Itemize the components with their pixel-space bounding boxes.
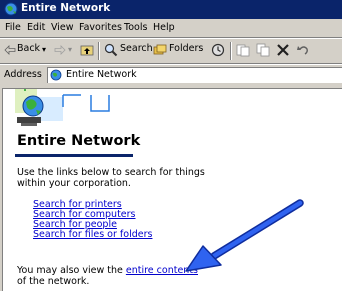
intro-text-line-2: within your corporation. [17, 178, 131, 189]
up-folder-icon[interactable] [80, 43, 94, 57]
delete-icon[interactable] [276, 43, 290, 57]
footer-prefix: You may also view the [17, 265, 126, 276]
menu-bar: File Edit View Favorites Tools Help [0, 20, 342, 37]
link-entire-contents[interactable]: entire contents [126, 265, 198, 276]
menu-view[interactable]: View [51, 22, 74, 33]
content-pane: Entire Network Use the links below to se… [2, 88, 342, 291]
page-edge [342, 0, 346, 291]
toolbar-separator-2 [230, 42, 232, 60]
menu-tools[interactable]: Tools [124, 22, 147, 33]
move-to-icon[interactable] [236, 43, 250, 57]
history-icon[interactable] [211, 43, 225, 57]
menu-help[interactable]: Help [153, 22, 175, 33]
page-heading: Entire Network [17, 133, 141, 149]
heading-underline [15, 154, 133, 157]
forward-dropdown-icon[interactable]: ▾ [68, 45, 72, 54]
menu-edit[interactable]: Edit [27, 22, 45, 33]
folders-label: Folders [169, 43, 204, 54]
forward-arrow-icon[interactable] [54, 45, 66, 55]
back-dropdown-icon[interactable]: ▾ [42, 45, 46, 54]
link-search-files-folders[interactable]: Search for files or folders [33, 229, 152, 240]
network-banner-graphic [3, 89, 121, 129]
search-icon [104, 43, 118, 57]
address-bar: Address Entire Network [0, 65, 342, 85]
explorer-window: Entire Network File Edit View Favorites … [0, 0, 342, 291]
globe-icon [50, 69, 62, 81]
footer-text-line-2: of the network. [17, 276, 90, 287]
copy-to-icon[interactable] [256, 43, 270, 57]
undo-icon[interactable] [296, 43, 310, 57]
folders-icon [153, 44, 167, 55]
address-value: Entire Network [66, 69, 137, 80]
back-label: Back [17, 43, 41, 54]
toolbar: Back ▾ ▾ Search Folders [0, 39, 342, 63]
menu-favorites[interactable]: Favorites [79, 22, 122, 33]
menu-file[interactable]: File [5, 22, 21, 33]
footer-text-line-1: You may also view the entire contents [17, 265, 198, 276]
toolbar-separator [98, 42, 100, 60]
address-field[interactable]: Entire Network [47, 67, 342, 83]
intro-text-line-1: Use the links below to search for things [17, 167, 205, 178]
title-bar[interactable]: Entire Network [0, 0, 342, 19]
back-arrow-icon [4, 45, 16, 55]
search-label: Search [120, 43, 153, 54]
globe-icon [4, 2, 18, 16]
window-title: Entire Network [21, 2, 111, 14]
address-label: Address [4, 69, 42, 80]
